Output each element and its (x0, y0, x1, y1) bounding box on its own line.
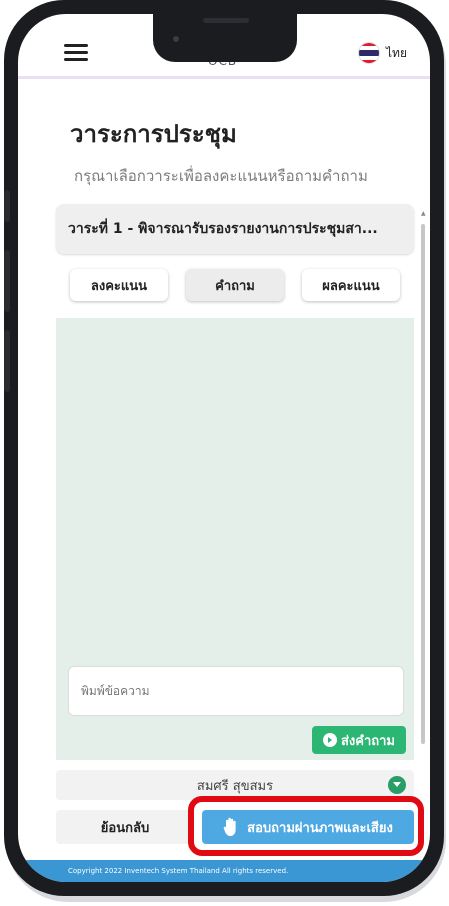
language-switcher[interactable]: ไทย (358, 42, 407, 64)
phone-volume-down (4, 330, 10, 392)
phone-mute-switch (4, 190, 10, 222)
page-title: วาระการประชุม (70, 120, 237, 148)
tab-results[interactable]: ผลคะแนน (302, 269, 400, 301)
user-name: สมศรี สุขสมร (196, 778, 274, 794)
video-question-label: สอบถามผ่านภาพและเสียง (247, 820, 393, 836)
question-panel: ส่งคำถาม (56, 318, 414, 760)
speaker-icon (203, 18, 249, 23)
scroll-up-icon[interactable]: ▲ (421, 210, 426, 217)
camera-icon (173, 36, 179, 42)
agenda-dropdown[interactable]: วาระที่ 1 - พิจารณารับรองรายงานการประชุม… (56, 204, 414, 254)
send-question-label: ส่งคำถาม (340, 733, 396, 749)
message-input[interactable] (68, 666, 404, 716)
page-subtitle: กรุณาเลือกวาระเพื่อลงคะแนนหรือถามคำถาม (74, 167, 368, 185)
language-label: ไทย (386, 45, 407, 60)
scrollbar-thumb[interactable] (421, 224, 425, 744)
back-button[interactable]: ย้อนกลับ (56, 810, 194, 844)
thai-flag-icon (358, 42, 380, 64)
phone-volume-up (4, 250, 10, 312)
app-screen: OCB ไทย วาระการประชุม กรุณาเลือกวาระเพื่… (18, 14, 430, 882)
header-divider (18, 76, 430, 79)
tab-bar: ลงคะแนน คำถาม ผลคะแนน (56, 269, 414, 303)
send-question-button[interactable]: ส่งคำถาม (312, 726, 406, 754)
scrollbar[interactable]: ▲ (420, 210, 426, 770)
hand-icon (223, 817, 236, 836)
footer-copyright: Copyright 2022 Inventech System Thailand… (68, 867, 289, 875)
video-question-button[interactable]: สอบถามผ่านภาพและเสียง (202, 810, 414, 844)
tab-question[interactable]: คำถาม (186, 269, 284, 301)
menu-icon[interactable] (64, 44, 88, 62)
phone-frame: OCB ไทย วาระการประชุม กรุณาเลือกวาระเพื่… (4, 0, 444, 896)
send-arrow-icon (322, 733, 337, 747)
phone-notch (153, 14, 297, 62)
footer: Copyright 2022 Inventech System Thailand… (18, 860, 430, 882)
tab-vote[interactable]: ลงคะแนน (70, 269, 168, 301)
chevron-down-icon[interactable] (388, 776, 406, 794)
